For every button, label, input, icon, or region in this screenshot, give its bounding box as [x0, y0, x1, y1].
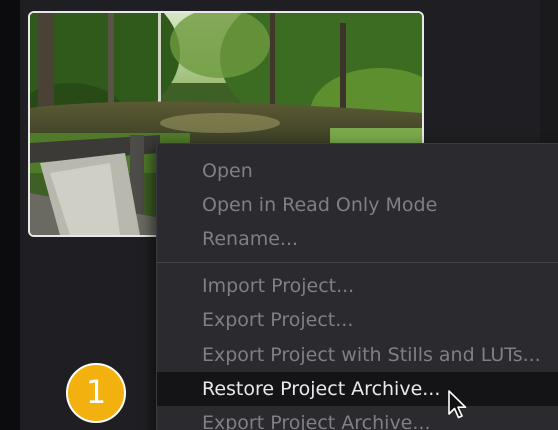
menu-item-export-project[interactable]: Export Project... [157, 303, 558, 337]
step-badge: 1 [66, 363, 126, 423]
menu-item-export-archive[interactable]: Export Project Archive... [157, 406, 558, 430]
project-manager: Open Open in Read Only Mode Rename... Im… [0, 0, 558, 430]
menu-separator [157, 262, 558, 263]
arrow-cursor-icon [447, 390, 469, 424]
left-panel-edge [0, 0, 20, 430]
menu-item-import-project[interactable]: Import Project... [157, 269, 558, 303]
menu-item-rename[interactable]: Rename... [157, 222, 558, 256]
menu-item-export-stills-luts[interactable]: Export Project with Stills and LUTs... [157, 338, 558, 372]
menu-item-open[interactable]: Open [157, 154, 558, 188]
context-menu: Open Open in Read Only Mode Rename... Im… [156, 143, 558, 430]
menu-item-restore-archive[interactable]: Restore Project Archive... [157, 372, 558, 406]
menu-item-open-read-only[interactable]: Open in Read Only Mode [157, 188, 558, 222]
